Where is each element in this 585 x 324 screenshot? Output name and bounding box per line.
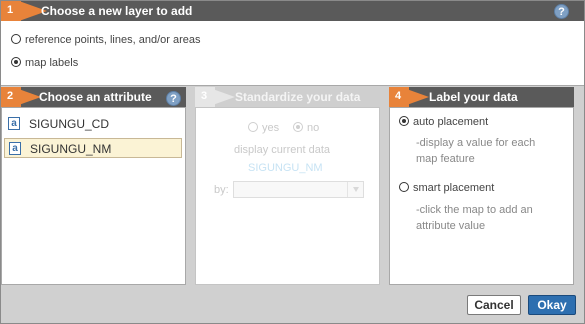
standardize-no-label: no: [307, 122, 320, 134]
standardize-yes-option[interactable]: yes: [248, 122, 279, 134]
by-label: by:: [214, 184, 229, 196]
option-reference-layer[interactable]: reference points, lines, and/or areas: [11, 34, 201, 46]
step4-title: Label your data: [429, 90, 518, 104]
step1-header: 1 Choose a new layer to add ?: [1, 1, 584, 21]
step3-header: 3 Standardize your data: [195, 87, 380, 107]
standardize-no-option[interactable]: no: [293, 122, 319, 134]
step2-help-icon[interactable]: ?: [166, 91, 181, 106]
add-layer-dialog: 1 Choose a new layer to add ? reference …: [0, 0, 585, 324]
map-labels-label: map labels: [25, 57, 79, 69]
smart-placement-option[interactable]: smart placement: [399, 182, 494, 194]
attribute-item-sigungu-cd[interactable]: a SIGUNGU_CD: [4, 114, 182, 134]
step4-header: 4 Label your data: [389, 87, 574, 107]
auto-placement-label: auto placement: [413, 116, 489, 128]
attribute-item-sigungu-nm[interactable]: a SIGUNGU_NM: [4, 138, 182, 158]
smart-placement-description-1: -click the map to add an: [416, 204, 533, 216]
option-map-labels[interactable]: map labels: [11, 57, 78, 69]
attribute-text-icon: a: [9, 142, 21, 155]
standardize-yes-radio[interactable]: [248, 122, 258, 132]
smart-placement-description-2: attribute value: [416, 220, 486, 232]
step4-number-badge: 4: [389, 87, 429, 107]
smart-placement-radio[interactable]: [399, 182, 409, 192]
attribute-label: SIGUNGU_CD: [29, 117, 110, 131]
okay-button[interactable]: Okay: [528, 295, 576, 315]
attribute-list: a SIGUNGU_CD a SIGUNGU_NM: [1, 107, 186, 285]
standardize-panel: yes no display current data SIGUNGU_NM b…: [195, 107, 380, 285]
standardize-yes-label: yes: [262, 122, 280, 134]
reference-label: reference points, lines, and/or areas: [25, 34, 201, 46]
smart-placement-label: smart placement: [413, 182, 495, 194]
step2-number-badge: 2: [1, 87, 41, 107]
auto-placement-description-1: -display a value for each: [416, 137, 536, 149]
current-field-name: SIGUNGU_NM: [248, 162, 323, 174]
auto-placement-description-2: map feature: [416, 153, 475, 165]
attribute-label: SIGUNGU_NM: [30, 142, 112, 156]
step1-number-badge: 1: [1, 1, 47, 21]
label-panel: auto placement -display a value for each…: [389, 107, 574, 285]
auto-placement-option[interactable]: auto placement: [399, 116, 488, 128]
display-current-data-text: display current data: [234, 144, 330, 156]
cancel-button[interactable]: Cancel: [467, 295, 521, 315]
step3-number-badge: 3: [195, 87, 235, 107]
attribute-text-icon: a: [8, 117, 20, 130]
step1-help-icon[interactable]: ?: [554, 4, 569, 19]
divisor-select[interactable]: [233, 181, 364, 198]
step1-title: Choose a new layer to add: [41, 4, 193, 18]
step1-panel: reference points, lines, and/or areas ma…: [1, 21, 584, 86]
map-labels-radio[interactable]: [11, 57, 21, 67]
step2-header: 2 Choose an attribute ?: [1, 87, 186, 107]
standardize-no-radio[interactable]: [293, 122, 303, 132]
step2-title: Choose an attribute: [39, 90, 152, 104]
chevron-down-icon[interactable]: [347, 182, 363, 197]
reference-radio[interactable]: [11, 34, 21, 44]
auto-placement-radio[interactable]: [399, 116, 409, 126]
step3-title: Standardize your data: [235, 90, 361, 104]
